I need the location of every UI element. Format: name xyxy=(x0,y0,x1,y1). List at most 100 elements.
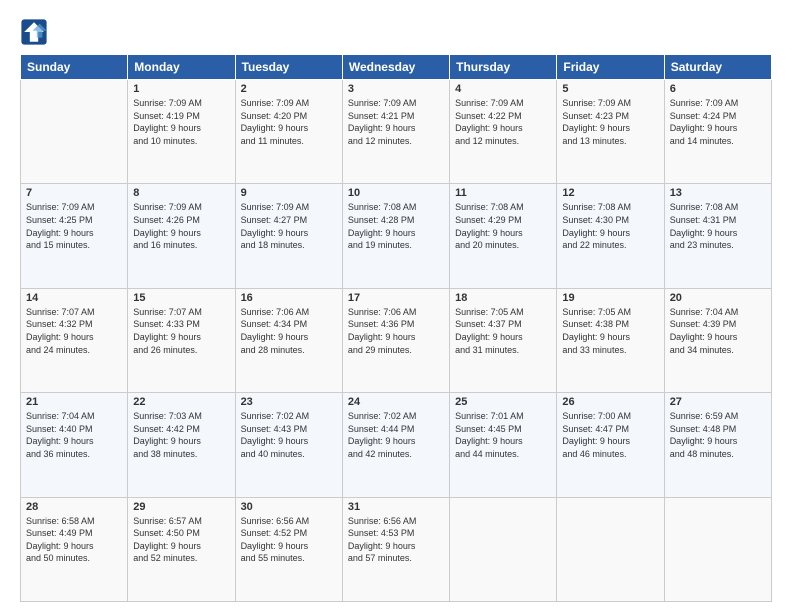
calendar-week-row: 21 Sunrise: 7:04 AMSunset: 4:40 PMDayligh… xyxy=(21,393,772,497)
logo xyxy=(20,18,52,46)
day-number: 12 xyxy=(562,187,658,199)
day-info: Sunrise: 7:07 AMSunset: 4:33 PMDaylight:… xyxy=(133,306,229,356)
calendar-day-cell: 17Sunrise: 7:06 AMSunset: 4:36 PMDayligh… xyxy=(342,288,449,392)
calendar-day-cell: 7Sunrise: 7:09 AMSunset: 4:25 PMDaylight… xyxy=(21,184,128,288)
day-info: Sunrise: 7:09 AMSunset: 4:20 PMDaylight:… xyxy=(241,97,337,147)
day-info: Sunrise: 7:08 AMSunset: 4:28 PMDaylight:… xyxy=(348,201,444,251)
calendar-day-cell: 12 Sunrise: 7:08 AMSunset: 4:30 PMDayligh… xyxy=(557,184,664,288)
day-info: Sunrise: 7:06 AMSunset: 4:34 PMDaylight:… xyxy=(241,306,337,356)
day-info: Sunrise: 6:59 AMSunset: 4:48 PMDaylight:… xyxy=(670,410,766,460)
calendar-week-row: 28 Sunrise: 6:58 AMSunset: 4:49 PMDayligh… xyxy=(21,497,772,601)
day-info: Sunrise: 7:04 AMSunset: 4:39 PMDaylight:… xyxy=(670,306,766,356)
day-info: Sunrise: 7:02 AMSunset: 4:43 PMDaylight:… xyxy=(241,410,337,460)
day-of-week-header: Friday xyxy=(557,55,664,80)
calendar-day-cell: 8 Sunrise: 7:09 AMSunset: 4:26 PMDaylight… xyxy=(128,184,235,288)
calendar-day-cell: 10 Sunrise: 7:08 AMSunset: 4:28 PMDayligh… xyxy=(342,184,449,288)
day-number: 10 xyxy=(348,187,444,199)
day-number: 6 xyxy=(670,83,766,95)
day-number: 8 xyxy=(133,187,229,199)
calendar-day-cell xyxy=(664,497,771,601)
day-number: 3 xyxy=(348,83,444,95)
day-number: 21 xyxy=(26,396,122,408)
calendar-day-cell: 13 Sunrise: 7:08 AMSunset: 4:31 PMDayligh… xyxy=(664,184,771,288)
day-info: Sunrise: 7:02 AMSunset: 4:44 PMDaylight:… xyxy=(348,410,444,460)
day-info: Sunrise: 6:58 AMSunset: 4:49 PMDaylight:… xyxy=(26,515,122,565)
calendar-day-cell xyxy=(450,497,557,601)
day-number: 26 xyxy=(562,396,658,408)
calendar-day-cell: 18Sunrise: 7:05 AMSunset: 4:37 PMDayligh… xyxy=(450,288,557,392)
day-info: Sunrise: 7:09 AMSunset: 4:27 PMDaylight:… xyxy=(241,201,337,251)
day-info: Sunrise: 7:06 AMSunset: 4:36 PMDaylight:… xyxy=(348,306,444,356)
day-number: 23 xyxy=(241,396,337,408)
day-info: Sunrise: 7:00 AMSunset: 4:47 PMDaylight:… xyxy=(562,410,658,460)
day-number: 22 xyxy=(133,396,229,408)
day-of-week-header: Saturday xyxy=(664,55,771,80)
calendar-day-cell xyxy=(557,497,664,601)
day-number: 2 xyxy=(241,83,337,95)
calendar-day-cell: 27 Sunrise: 6:59 AMSunset: 4:48 PMDayligh… xyxy=(664,393,771,497)
calendar-day-cell: 1 Sunrise: 7:09 AMSunset: 4:19 PMDaylight… xyxy=(128,80,235,184)
day-info: Sunrise: 6:56 AMSunset: 4:53 PMDaylight:… xyxy=(348,515,444,565)
calendar-day-cell: 31Sunrise: 6:56 AMSunset: 4:53 PMDayligh… xyxy=(342,497,449,601)
day-number: 1 xyxy=(133,83,229,95)
day-info: Sunrise: 7:09 AMSunset: 4:26 PMDaylight:… xyxy=(133,201,229,251)
day-info: Sunrise: 7:09 AMSunset: 4:19 PMDaylight:… xyxy=(133,97,229,147)
calendar-day-cell: 6 Sunrise: 7:09 AMSunset: 4:24 PMDaylight… xyxy=(664,80,771,184)
day-number: 28 xyxy=(26,501,122,513)
calendar-day-cell: 30 Sunrise: 6:56 AMSunset: 4:52 PMDayligh… xyxy=(235,497,342,601)
day-info: Sunrise: 7:05 AMSunset: 4:37 PMDaylight:… xyxy=(455,306,551,356)
calendar-day-cell: 15Sunrise: 7:07 AMSunset: 4:33 PMDayligh… xyxy=(128,288,235,392)
calendar-day-cell: 20Sunrise: 7:04 AMSunset: 4:39 PMDayligh… xyxy=(664,288,771,392)
calendar-day-cell: 22 Sunrise: 7:03 AMSunset: 4:42 PMDayligh… xyxy=(128,393,235,497)
calendar-week-row: 7Sunrise: 7:09 AMSunset: 4:25 PMDaylight… xyxy=(21,184,772,288)
day-of-week-header: Tuesday xyxy=(235,55,342,80)
day-info: Sunrise: 7:07 AMSunset: 4:32 PMDaylight:… xyxy=(26,306,122,356)
day-info: Sunrise: 6:57 AMSunset: 4:50 PMDaylight:… xyxy=(133,515,229,565)
calendar-day-cell: 29 Sunrise: 6:57 AMSunset: 4:50 PMDayligh… xyxy=(128,497,235,601)
day-number: 9 xyxy=(241,187,337,199)
day-info: Sunrise: 7:08 AMSunset: 4:31 PMDaylight:… xyxy=(670,201,766,251)
calendar-day-cell: 16Sunrise: 7:06 AMSunset: 4:34 PMDayligh… xyxy=(235,288,342,392)
day-number: 29 xyxy=(133,501,229,513)
day-number: 13 xyxy=(670,187,766,199)
day-info: Sunrise: 7:09 AMSunset: 4:24 PMDaylight:… xyxy=(670,97,766,147)
calendar-day-cell: 9 Sunrise: 7:09 AMSunset: 4:27 PMDaylight… xyxy=(235,184,342,288)
day-info: Sunrise: 7:08 AMSunset: 4:30 PMDaylight:… xyxy=(562,201,658,251)
day-of-week-header: Thursday xyxy=(450,55,557,80)
day-info: Sunrise: 7:04 AMSunset: 4:40 PMDaylight:… xyxy=(26,410,122,460)
calendar-day-cell: 5Sunrise: 7:09 AMSunset: 4:23 PMDaylight… xyxy=(557,80,664,184)
day-number: 24 xyxy=(348,396,444,408)
day-info: Sunrise: 7:01 AMSunset: 4:45 PMDaylight:… xyxy=(455,410,551,460)
calendar-day-cell: 11Sunrise: 7:08 AMSunset: 4:29 PMDayligh… xyxy=(450,184,557,288)
day-info: Sunrise: 6:56 AMSunset: 4:52 PMDaylight:… xyxy=(241,515,337,565)
calendar-day-cell: 21 Sunrise: 7:04 AMSunset: 4:40 PMDayligh… xyxy=(21,393,128,497)
logo-icon xyxy=(20,18,48,46)
calendar: SundayMondayTuesdayWednesdayThursdayFrid… xyxy=(20,54,772,602)
day-info: Sunrise: 7:03 AMSunset: 4:42 PMDaylight:… xyxy=(133,410,229,460)
day-info: Sunrise: 7:09 AMSunset: 4:22 PMDaylight:… xyxy=(455,97,551,147)
calendar-day-cell: 14 Sunrise: 7:07 AMSunset: 4:32 PMDayligh… xyxy=(21,288,128,392)
day-number: 4 xyxy=(455,83,551,95)
day-info: Sunrise: 7:09 AMSunset: 4:25 PMDaylight:… xyxy=(26,201,122,251)
calendar-day-cell xyxy=(21,80,128,184)
calendar-week-row: 1 Sunrise: 7:09 AMSunset: 4:19 PMDaylight… xyxy=(21,80,772,184)
day-of-week-header: Wednesday xyxy=(342,55,449,80)
calendar-header-row: SundayMondayTuesdayWednesdayThursdayFrid… xyxy=(21,55,772,80)
page: SundayMondayTuesdayWednesdayThursdayFrid… xyxy=(0,0,792,612)
calendar-day-cell: 24 Sunrise: 7:02 AMSunset: 4:44 PMDayligh… xyxy=(342,393,449,497)
calendar-day-cell: 23 Sunrise: 7:02 AMSunset: 4:43 PMDayligh… xyxy=(235,393,342,497)
day-info: Sunrise: 7:08 AMSunset: 4:29 PMDaylight:… xyxy=(455,201,551,251)
day-number: 14 xyxy=(26,292,122,304)
day-info: Sunrise: 7:09 AMSunset: 4:23 PMDaylight:… xyxy=(562,97,658,147)
calendar-day-cell: 19Sunrise: 7:05 AMSunset: 4:38 PMDayligh… xyxy=(557,288,664,392)
calendar-day-cell: 25Sunrise: 7:01 AMSunset: 4:45 PMDayligh… xyxy=(450,393,557,497)
calendar-day-cell: 3 Sunrise: 7:09 AMSunset: 4:21 PMDaylight… xyxy=(342,80,449,184)
calendar-week-row: 14 Sunrise: 7:07 AMSunset: 4:32 PMDayligh… xyxy=(21,288,772,392)
calendar-day-cell: 4 Sunrise: 7:09 AMSunset: 4:22 PMDaylight… xyxy=(450,80,557,184)
day-number: 30 xyxy=(241,501,337,513)
day-number: 27 xyxy=(670,396,766,408)
calendar-day-cell: 26 Sunrise: 7:00 AMSunset: 4:47 PMDayligh… xyxy=(557,393,664,497)
header xyxy=(20,18,772,46)
day-of-week-header: Sunday xyxy=(21,55,128,80)
day-info: Sunrise: 7:09 AMSunset: 4:21 PMDaylight:… xyxy=(348,97,444,147)
